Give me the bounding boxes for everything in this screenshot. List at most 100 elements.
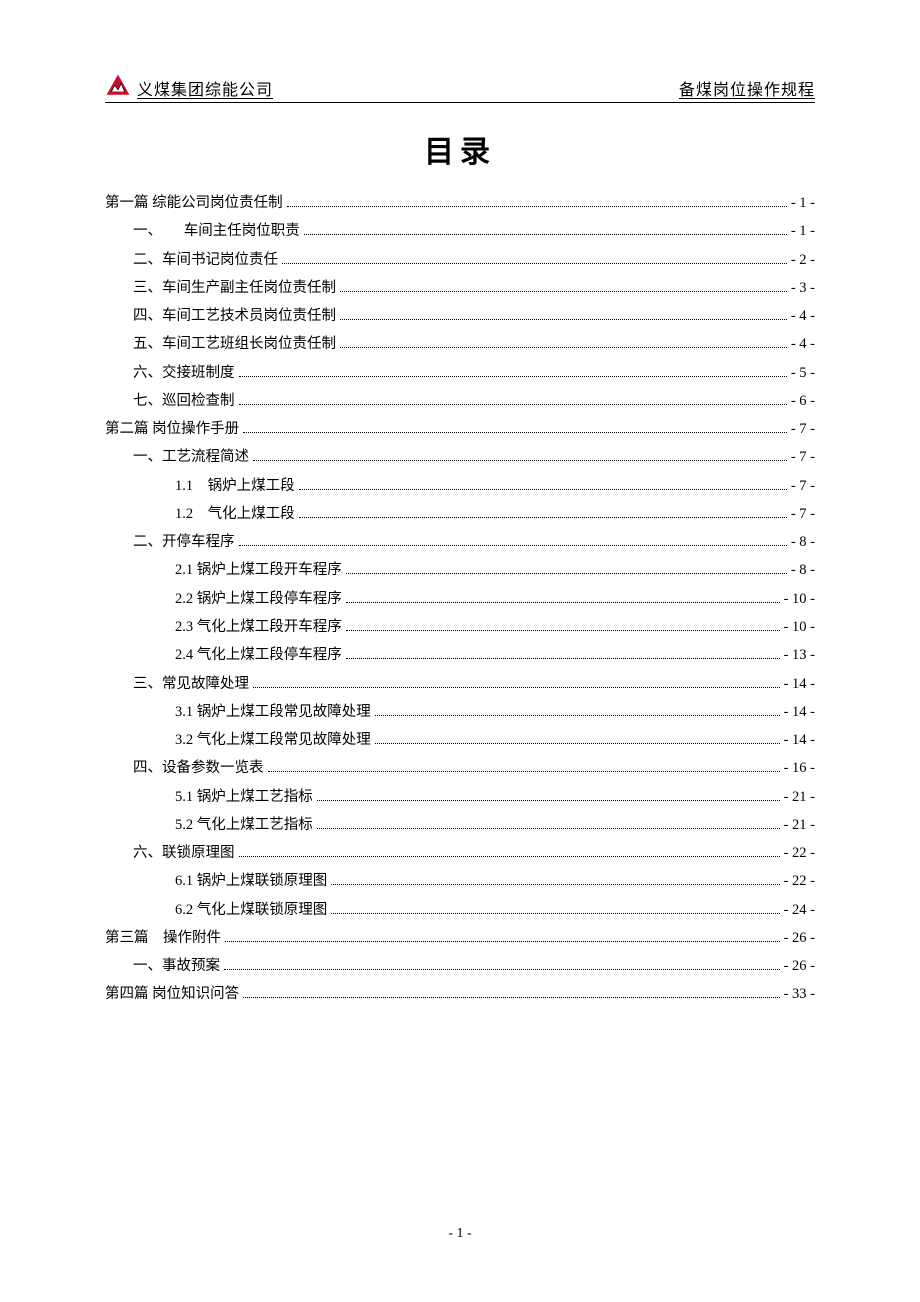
toc-leader-dots (243, 423, 787, 433)
toc-entry: 2.4 气化上煤工段停车程序 - 13 - (105, 641, 815, 669)
toc-leader-dots (340, 310, 787, 320)
toc-leader-dots (268, 762, 780, 772)
toc-leader-dots (243, 988, 779, 998)
toc-entry: 六、交接班制度 - 5 - (105, 359, 815, 387)
toc-entry: 二、开停车程序 - 8 - (105, 528, 815, 556)
toc-entry-label: 六、联锁原理图 (133, 839, 235, 867)
toc-leader-dots (282, 253, 787, 263)
toc-entry-label: 四、设备参数一览表 (133, 754, 264, 782)
toc-entry-label: 2.2 锅炉上煤工段停车程序 (175, 585, 342, 613)
toc-entry-page: - 14 - (784, 726, 815, 754)
toc-entry-page: - 33 - (784, 980, 815, 1008)
toc-leader-dots (346, 649, 780, 659)
toc-entry-label: 一、工艺流程简述 (133, 443, 249, 471)
toc-leader-dots (253, 677, 780, 687)
toc-leader-dots (239, 536, 787, 546)
toc-leader-dots (253, 451, 787, 461)
toc-entry-label: 3.1 锅炉上煤工段常见故障处理 (175, 698, 371, 726)
toc-entry-page: - 22 - (784, 839, 815, 867)
toc-entry-label: 6.2 气化上煤联锁原理图 (175, 896, 327, 924)
toc-entry-label: 六、交接班制度 (133, 359, 235, 387)
toc-entry: 第四篇 岗位知识问答- 33 - (105, 980, 815, 1008)
toc-entry: 第三篇 操作附件 - 26 - (105, 924, 815, 952)
toc-entry-label: 3.2 气化上煤工段常见故障处理 (175, 726, 371, 754)
page-footer: - 1 - (0, 1226, 920, 1242)
toc-entry-page: - 3 - (791, 274, 815, 302)
toc-entry-page: - 4 - (791, 330, 815, 358)
toc-entry-page: - 2 - (791, 246, 815, 274)
toc-entry: 第二篇 岗位操作手册- 7 - (105, 415, 815, 443)
toc-entry-page: - 8 - (791, 556, 815, 584)
toc-entry: 5.2 气化上煤工艺指标 - 21 - (105, 811, 815, 839)
toc-leader-dots (287, 197, 787, 207)
toc-entry-page: - 1 - (791, 189, 815, 217)
toc-leader-dots (340, 338, 787, 348)
toc-entry-label: 6.1 锅炉上煤联锁原理图 (175, 867, 327, 895)
toc-entry-page: - 7 - (791, 443, 815, 471)
toc-entry-page: - 7 - (791, 415, 815, 443)
toc-leader-dots (331, 875, 779, 885)
toc-entry-page: - 16 - (784, 754, 815, 782)
toc-entry-label: 第三篇 操作附件 (105, 924, 221, 952)
toc-entry-label: 五、车间工艺班组长岗位责任制 (133, 330, 336, 358)
toc-entry-label: 1.2 气化上煤工段 (175, 500, 295, 528)
toc-entry-page: - 22 - (784, 867, 815, 895)
toc-entry: 6.1 锅炉上煤联锁原理图 - 22 - (105, 867, 815, 895)
toc-entry-label: 5.1 锅炉上煤工艺指标 (175, 783, 313, 811)
toc-entry: 第一篇 综能公司岗位责任制 - 1 - (105, 189, 815, 217)
toc-entry-page: - 6 - (791, 387, 815, 415)
toc-entry: 2.3 气化上煤工段开车程序- 10 - (105, 613, 815, 641)
toc-leader-dots (346, 593, 780, 603)
toc-entry: 三、车间生产副主任岗位责任制 - 3 - (105, 274, 815, 302)
toc-entry: 二、车间书记岗位责任- 2 - (105, 246, 815, 274)
toc-entry-page: - 21 - (784, 811, 815, 839)
toc-entry-page: - 21 - (784, 783, 815, 811)
toc-entry-label: 四、车间工艺技术员岗位责任制 (133, 302, 336, 330)
toc-entry-page: - 4 - (791, 302, 815, 330)
toc-entry-page: - 26 - (784, 924, 815, 952)
toc-entry-label: 1.1 锅炉上煤工段 (175, 472, 295, 500)
toc-entry-page: - 7 - (791, 500, 815, 528)
toc-leader-dots (317, 790, 780, 800)
toc-entry: 五、车间工艺班组长岗位责任制 - 4 - (105, 330, 815, 358)
toc-entry: 2.2 锅炉上煤工段停车程序 - 10 - (105, 585, 815, 613)
toc-entry-label: 一、 车间主任岗位职责 (133, 217, 300, 245)
toc-entry: 3.2 气化上煤工段常见故障处理 - 14 - (105, 726, 815, 754)
toc-entry-page: - 5 - (791, 359, 815, 387)
toc-entry: 六、联锁原理图 - 22 - (105, 839, 815, 867)
toc-leader-dots (299, 480, 787, 490)
toc-leader-dots (375, 734, 780, 744)
toc-leader-dots (340, 282, 787, 292)
toc-entry: 一、事故预案- 26 - (105, 952, 815, 980)
toc-entry-label: 二、开停车程序 (133, 528, 235, 556)
toc-entry: 四、设备参数一览表 - 16 - (105, 754, 815, 782)
toc-entry: 三、常见故障处理- 14 - (105, 670, 815, 698)
toc-leader-dots (304, 225, 787, 235)
toc-entry: 5.1 锅炉上煤工艺指标 - 21 - (105, 783, 815, 811)
page-header: 义煤集团综能公司 备煤岗位操作规程 (105, 72, 815, 103)
toc-entry-label: 三、常见故障处理 (133, 670, 249, 698)
toc-entry-label: 三、车间生产副主任岗位责任制 (133, 274, 336, 302)
toc-entry: 四、车间工艺技术员岗位责任制 - 4 - (105, 302, 815, 330)
toc-entry: 一、 车间主任岗位职责- 1 - (105, 217, 815, 245)
header-left: 义煤集团综能公司 (105, 72, 273, 100)
toc-leader-dots (239, 366, 787, 376)
toc-heading: 目录 (105, 127, 815, 171)
toc-entry: 1.2 气化上煤工段 - 7 - (105, 500, 815, 528)
toc-entry-label: 第一篇 综能公司岗位责任制 (105, 189, 283, 217)
toc-entry-page: - 10 - (784, 585, 815, 613)
toc-entry-label: 5.2 气化上煤工艺指标 (175, 811, 313, 839)
toc-entry-page: - 14 - (784, 698, 815, 726)
toc-entry-page: - 13 - (784, 641, 815, 669)
toc-leader-dots (239, 395, 787, 405)
toc-leader-dots (346, 564, 787, 574)
toc-entry-label: 2.4 气化上煤工段停车程序 (175, 641, 342, 669)
toc-entry: 七、巡回检查制- 6 - (105, 387, 815, 415)
toc-entry-page: - 7 - (791, 472, 815, 500)
document-title: 备煤岗位操作规程 (679, 76, 815, 100)
toc-leader-dots (299, 508, 787, 518)
toc-leader-dots (225, 932, 780, 942)
toc-leader-dots (239, 847, 780, 857)
toc-entry-page: - 8 - (791, 528, 815, 556)
company-name: 义煤集团综能公司 (137, 76, 273, 100)
